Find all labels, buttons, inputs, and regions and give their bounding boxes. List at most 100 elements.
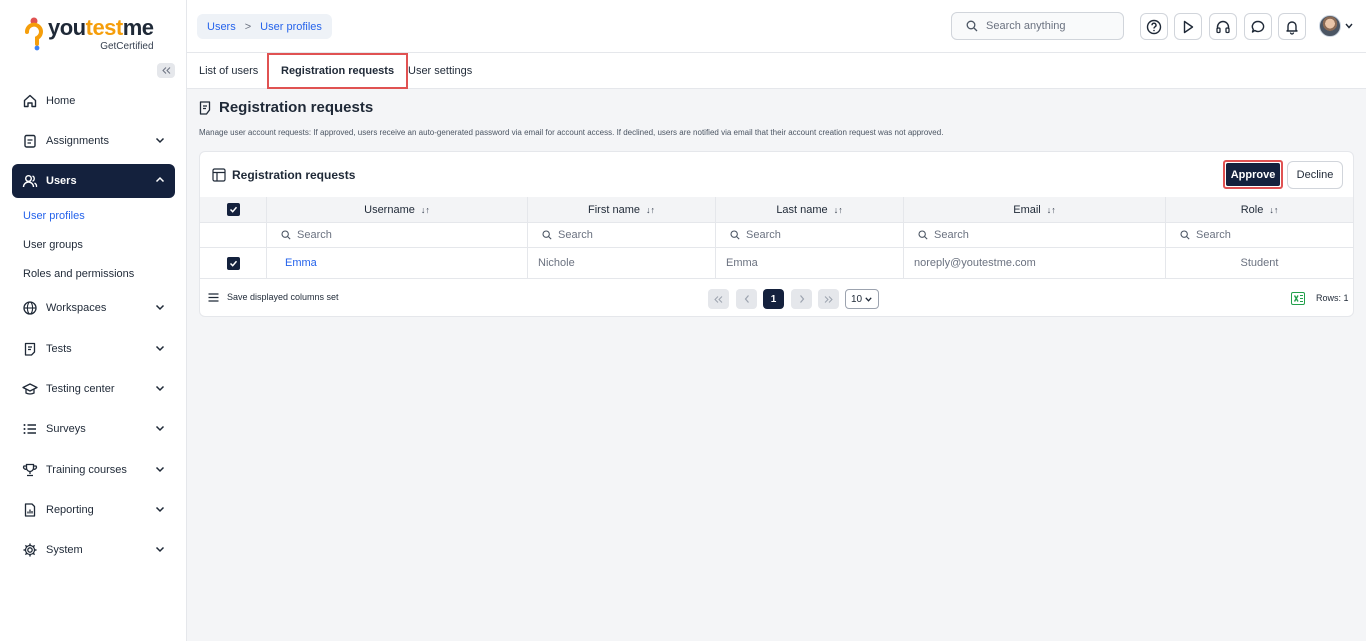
logo-text-accent: test (85, 15, 124, 40)
globe-icon (23, 301, 37, 315)
sidebar-item-system[interactable]: System (12, 533, 175, 567)
save-columns-button[interactable]: Save displayed columns set (208, 292, 339, 302)
logo-tagline: GetCertified (100, 41, 154, 52)
chevron-up-icon (155, 176, 165, 183)
sidebar-item-surveys[interactable]: Surveys (12, 412, 175, 446)
rows-per-page-value: 10 (851, 293, 863, 305)
tabs-bar: List of users Registration requests User… (187, 53, 1366, 89)
sidebar-item-label: Training courses (46, 464, 127, 476)
search-icon (966, 20, 978, 32)
card-title: Registration requests (212, 168, 355, 182)
tab-registration-requests[interactable]: Registration requests (267, 53, 409, 89)
table-row[interactable]: Emma Nichole Emma noreply@youtestme.com … (200, 248, 1353, 279)
cell-first-name: Nichole (528, 248, 716, 278)
double-chevron-left-icon (161, 67, 170, 74)
sidebar-item-label: Users (46, 175, 77, 187)
registration-requests-card: Registration requests Approve Decline Us… (199, 151, 1354, 317)
play-icon (1183, 20, 1194, 33)
column-header-first-name[interactable]: First name ↓↑ (528, 197, 716, 222)
page-title-text: Registration requests (219, 99, 374, 116)
chevron-down-icon (155, 385, 165, 392)
chat-icon (1251, 20, 1265, 33)
prev-page-button[interactable] (736, 289, 757, 309)
table-footer: Save displayed columns set 1 10 Rows: 1 (200, 287, 1353, 309)
cell-email: noreply@youtestme.com (904, 248, 1166, 278)
filter-email-input[interactable]: Search (904, 223, 1166, 247)
rows-per-page-select[interactable]: 10 (845, 289, 879, 309)
users-icon (22, 175, 38, 188)
column-header-role[interactable]: Role ↓↑ (1166, 197, 1353, 222)
last-page-button[interactable] (818, 289, 839, 309)
play-tutorial-button[interactable] (1174, 13, 1202, 40)
select-all-checkbox[interactable] (226, 203, 240, 216)
support-button[interactable] (1209, 13, 1237, 40)
help-icon (1146, 19, 1162, 34)
tab-list-of-users[interactable]: List of users (199, 53, 258, 89)
sidebar-item-home[interactable]: Home (12, 84, 175, 118)
sidebar-item-label: Home (46, 95, 76, 107)
help-button[interactable] (1140, 13, 1168, 40)
sort-icon[interactable]: ↓↑ (1047, 205, 1056, 215)
page-number-button[interactable]: 1 (763, 289, 784, 309)
sidebar-item-testing-center[interactable]: Testing center (12, 372, 175, 406)
username-link[interactable]: Emma (277, 257, 317, 269)
sidebar: youtestme GetCertified Home Assignments … (0, 0, 187, 641)
search-icon (542, 230, 552, 240)
row-checkbox[interactable] (226, 256, 240, 270)
home-icon (23, 94, 37, 108)
double-chevron-left-icon (714, 295, 723, 303)
column-header-last-name[interactable]: Last name ↓↑ (716, 197, 904, 222)
menu-icon (208, 292, 219, 302)
notifications-button[interactable] (1278, 13, 1306, 40)
approve-button[interactable]: Approve (1223, 160, 1283, 189)
sort-icon[interactable]: ↓↑ (1269, 205, 1278, 215)
chevron-down-icon (155, 546, 165, 553)
sidebar-subitem-user-profiles[interactable]: User profiles (23, 210, 85, 222)
breadcrumb-user-profiles[interactable]: User profiles (260, 21, 322, 33)
breadcrumb-users[interactable]: Users (207, 21, 236, 33)
chevron-down-icon[interactable] (1345, 23, 1353, 29)
sidebar-item-tests[interactable]: Tests (12, 332, 175, 366)
sidebar-item-label: Reporting (46, 504, 94, 516)
sidebar-item-training-courses[interactable]: Training courses (12, 453, 175, 487)
sidebar-item-assignments[interactable]: Assignments (12, 124, 175, 158)
sort-icon[interactable]: ↓↑ (834, 205, 843, 215)
breadcrumb: Users > User profiles (197, 14, 332, 39)
filter-placeholder: Search (746, 229, 781, 241)
sidebar-subitem-user-groups[interactable]: User groups (23, 239, 83, 251)
logo-mark-icon (24, 16, 44, 52)
page-title: Registration requests (199, 99, 373, 116)
first-page-button[interactable] (708, 289, 729, 309)
filter-last-name-input[interactable]: Search (716, 223, 904, 247)
graduation-icon (22, 383, 38, 395)
column-header-email[interactable]: Email ↓↑ (904, 197, 1166, 222)
filter-role-input[interactable]: Search (1166, 223, 1353, 247)
test-icon (24, 342, 36, 356)
logo[interactable]: youtestme GetCertified (24, 16, 154, 52)
global-search-input[interactable]: Search anything (951, 12, 1124, 40)
sidebar-item-workspaces[interactable]: Workspaces (12, 291, 175, 325)
tab-user-settings[interactable]: User settings (408, 53, 472, 89)
table-filter-row: Search Search Search Search Search (200, 223, 1353, 248)
sort-icon[interactable]: ↓↑ (421, 205, 430, 215)
filter-username-input[interactable]: Search (267, 223, 528, 247)
trophy-icon (22, 463, 38, 477)
column-header-label: Email (1013, 203, 1041, 216)
column-header-username[interactable]: Username ↓↑ (267, 197, 528, 222)
sidebar-item-users[interactable]: Users (12, 164, 175, 198)
collapse-sidebar-button[interactable] (157, 63, 175, 78)
next-page-button[interactable] (791, 289, 812, 309)
sidebar-item-reporting[interactable]: Reporting (12, 493, 175, 527)
headset-icon (1216, 20, 1230, 33)
decline-button[interactable]: Decline (1287, 161, 1343, 189)
filter-first-name-input[interactable]: Search (528, 223, 716, 247)
export-excel-button[interactable] (1291, 292, 1305, 305)
sort-icon[interactable]: ↓↑ (646, 205, 655, 215)
check-icon (229, 260, 237, 267)
chat-button[interactable] (1244, 13, 1272, 40)
chevron-down-icon (155, 425, 165, 432)
chevron-right-icon (799, 295, 804, 303)
sidebar-item-label: Tests (46, 343, 72, 355)
sidebar-subitem-roles-permissions[interactable]: Roles and permissions (23, 268, 134, 280)
user-avatar[interactable] (1319, 15, 1341, 37)
